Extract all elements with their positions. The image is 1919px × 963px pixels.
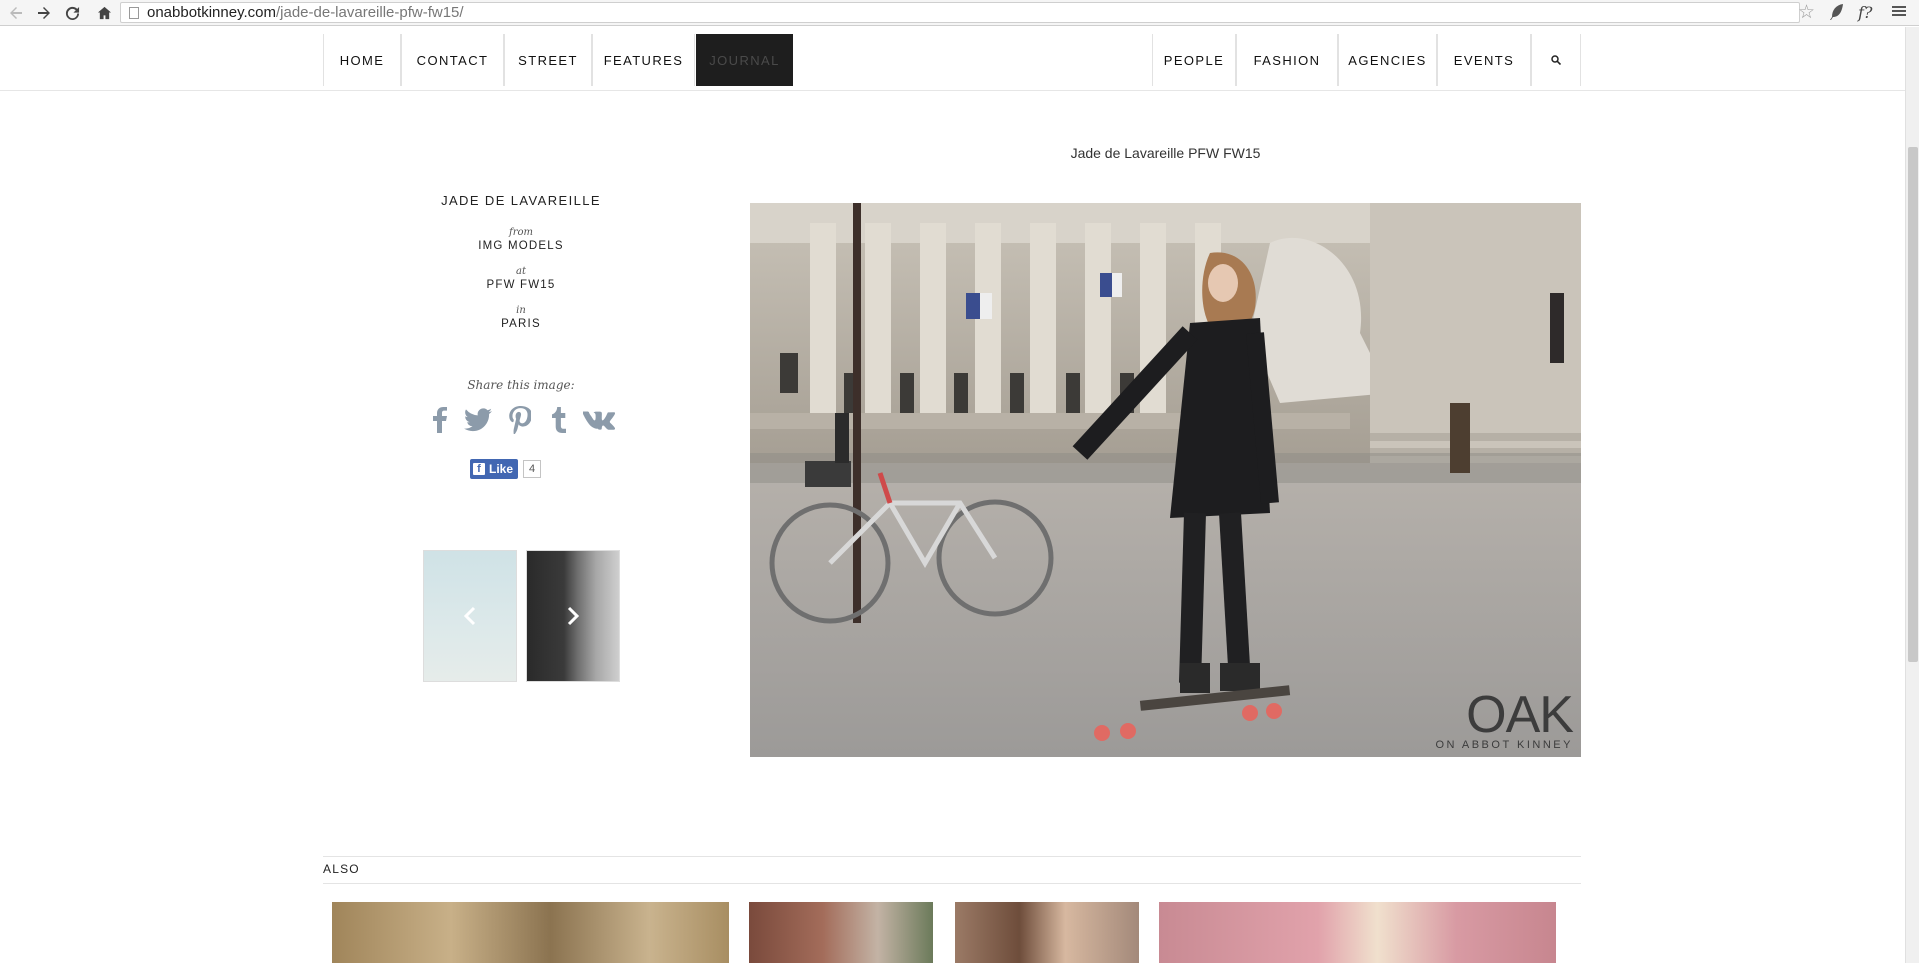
vk-icon [583, 411, 615, 430]
extension-feather-icon[interactable] [1829, 3, 1845, 26]
menu-button[interactable] [1892, 3, 1906, 23]
related-post-thumbnail[interactable] [332, 902, 729, 963]
arrow-left-icon [10, 7, 22, 19]
chevron-left-icon [424, 551, 516, 681]
nav-events[interactable]: EVENTS [1437, 34, 1531, 86]
page-scrollbar[interactable] [1905, 27, 1919, 963]
forward-button[interactable] [34, 3, 54, 23]
from-label: from [509, 227, 533, 238]
feather-icon [1830, 4, 1843, 20]
related-post-thumbnail[interactable] [955, 902, 1139, 963]
related-post-thumbnail[interactable] [1159, 902, 1556, 963]
facebook-f-icon: f [473, 463, 485, 475]
nav-agencies[interactable]: AGENCIES [1338, 34, 1437, 86]
next-image-button[interactable] [526, 550, 620, 682]
related-post-thumbnail[interactable] [749, 902, 933, 963]
nav-home[interactable]: HOME [323, 34, 401, 86]
nav-features[interactable]: FEATURES [592, 34, 695, 86]
also-heading: ALSO [323, 862, 360, 876]
pinterest-share-button[interactable] [504, 404, 536, 436]
chevron-right-icon [527, 551, 619, 681]
browser-toolbar: onabbotkinney.com/jade-de-lavareille-pfw… [0, 0, 1919, 26]
city-link[interactable]: PARIS [401, 318, 641, 330]
at-label: at [516, 266, 526, 277]
agency-link[interactable]: IMG MODELS [401, 240, 641, 252]
hamburger-icon [1892, 6, 1906, 16]
event-link[interactable]: PFW FW15 [401, 279, 641, 291]
reload-icon [65, 6, 79, 20]
site-navigation: HOME CONTACT STREET FEATURES JOURNAL PEO… [0, 34, 1905, 91]
like-count: 4 [523, 460, 542, 478]
watermark-main: OAK [1466, 686, 1574, 744]
model-name: JADE DE LAVAREILLE [441, 193, 601, 208]
facebook-like-widget: f Like 4 [470, 459, 542, 479]
share-label: Share this image: [467, 378, 575, 392]
address-text: onabbotkinney.com/jade-de-lavareille-pfw… [147, 4, 464, 21]
scrollbar-thumb[interactable] [1908, 147, 1918, 662]
bookmark-star-icon[interactable]: ☆ [1798, 1, 1815, 24]
facebook-like-button[interactable]: f Like [470, 459, 519, 479]
nav-fashion[interactable]: FASHION [1236, 34, 1338, 86]
url-path: /jade-de-lavareille-pfw-fw15/ [275, 4, 464, 21]
main-photo[interactable]: OAK ON ABBOT KINNEY [750, 203, 1581, 757]
nav-people[interactable]: PEOPLE [1152, 34, 1236, 86]
pinterest-icon [509, 406, 531, 434]
tumblr-icon [552, 407, 566, 433]
address-bar[interactable]: onabbotkinney.com/jade-de-lavareille-pfw… [120, 2, 1800, 23]
nav-search[interactable] [1531, 34, 1581, 86]
twitter-icon [464, 408, 492, 432]
reload-button[interactable] [62, 3, 82, 23]
facebook-share-button[interactable] [424, 404, 456, 436]
watermark-sub: ON ABBOT KINNEY [1435, 739, 1573, 751]
extension-button[interactable]: f? [1858, 3, 1873, 22]
url-domain: onabbotkinney.com [147, 4, 276, 21]
twitter-share-button[interactable] [462, 404, 494, 436]
page-icon [129, 7, 139, 19]
oak-watermark: OAK ON ABBOT KINNEY [1435, 686, 1574, 751]
in-label: in [516, 305, 526, 316]
nav-street[interactable]: STREET [504, 34, 592, 86]
like-label: Like [489, 462, 514, 476]
home-icon [97, 6, 111, 20]
nav-contact[interactable]: CONTACT [401, 34, 504, 86]
street-photo-illustration [750, 203, 1581, 757]
divider [323, 883, 1581, 884]
facebook-icon [433, 407, 447, 433]
divider [323, 856, 1581, 857]
back-button[interactable] [6, 3, 26, 23]
search-icon [1551, 55, 1561, 65]
nav-journal[interactable]: JOURNAL [696, 34, 793, 86]
tumblr-share-button[interactable] [544, 404, 576, 436]
previous-image-button[interactable] [423, 550, 517, 682]
home-button[interactable] [94, 3, 114, 23]
vk-share-button[interactable] [583, 404, 615, 436]
photo-title: Jade de Lavareille PFW FW15 [1070, 145, 1261, 161]
arrow-right-icon [38, 7, 50, 19]
